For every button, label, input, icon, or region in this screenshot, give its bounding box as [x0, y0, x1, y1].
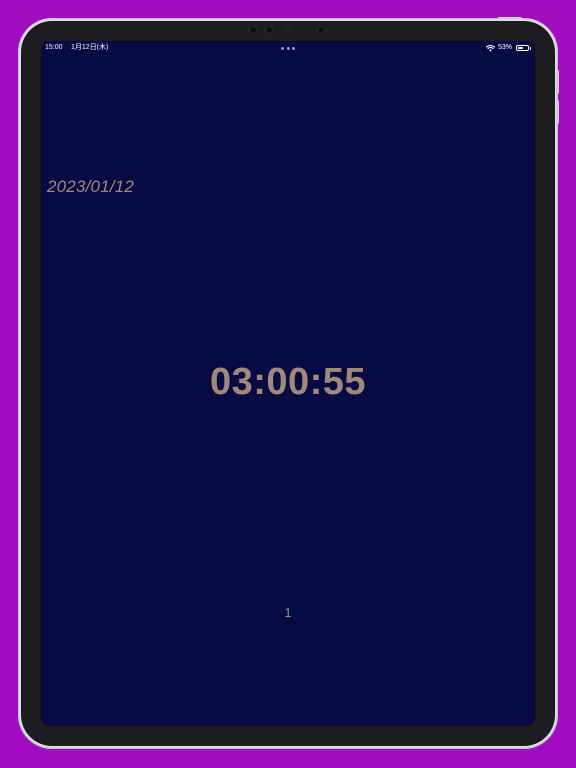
multitasking-dots[interactable]	[281, 47, 295, 50]
wifi-icon	[486, 44, 495, 52]
front-camera-icon	[249, 26, 257, 34]
front-camera-icon	[317, 26, 325, 34]
date-display: 2023/01/12	[47, 177, 135, 196]
front-camera-icon	[265, 26, 273, 34]
status-time: 15:00	[45, 44, 63, 51]
camera-array	[249, 25, 329, 35]
dot	[292, 47, 295, 50]
dot	[286, 47, 290, 50]
dot	[281, 47, 284, 50]
power-button	[556, 100, 559, 124]
battery-icon	[516, 45, 529, 51]
clock-display: 03:00:55	[209, 361, 367, 403]
battery-percent: 53%	[498, 44, 513, 51]
status-bar: 15:00 1月12日(木) 53%	[41, 41, 535, 55]
battery-cap	[530, 47, 531, 50]
volume-button	[556, 70, 559, 94]
screen: 15:00 1月12日(木) 53% 2023/01/12 03:00:55 1	[41, 41, 535, 726]
status-date: 1月12日(木)	[71, 44, 109, 51]
page-number: 1	[284, 605, 292, 620]
top-button	[498, 17, 522, 19]
sensor-icon	[285, 27, 290, 32]
battery-fill	[518, 47, 523, 49]
